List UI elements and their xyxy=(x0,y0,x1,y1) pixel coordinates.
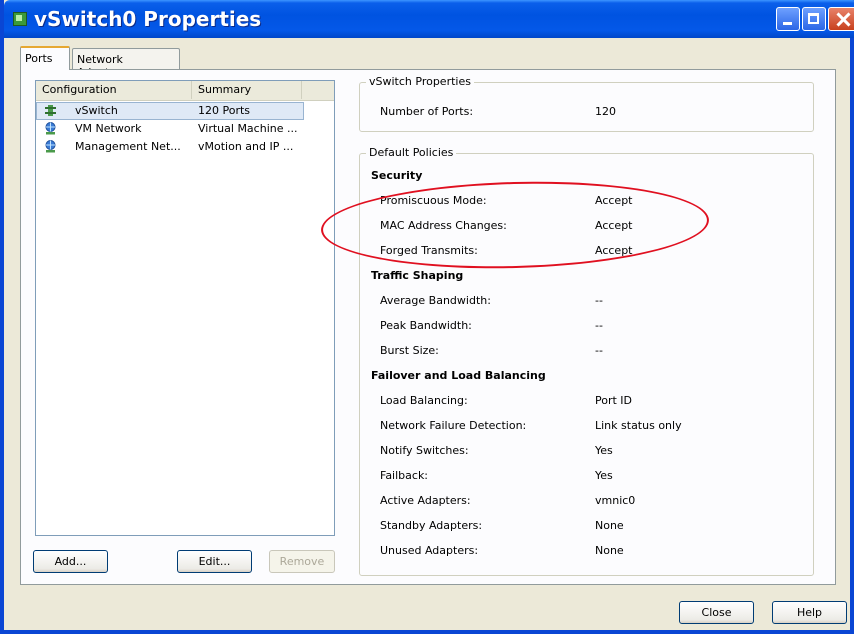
maximize-button[interactable] xyxy=(802,7,826,31)
load-balancing-label: Load Balancing: xyxy=(380,394,468,407)
notify-switches-label: Notify Switches: xyxy=(380,444,469,457)
list-item-label: VM Network xyxy=(75,122,142,135)
unused-adapters-label: Unused Adapters: xyxy=(380,544,479,557)
vswitch-app-icon xyxy=(13,12,27,26)
burst-size-value: -- xyxy=(595,344,603,357)
active-adapters-value: vmnic0 xyxy=(595,494,636,507)
edit-button[interactable]: Edit... xyxy=(177,550,252,573)
list-item-summary: vMotion and IP ... xyxy=(198,140,294,153)
tab-ports[interactable]: Ports xyxy=(20,46,70,70)
title-bar[interactable]: vSwitch0 Properties xyxy=(4,0,854,38)
promiscuous-mode-label: Promiscuous Mode: xyxy=(380,194,487,207)
remove-button[interactable]: Remove xyxy=(269,550,335,573)
peak-bandwidth-value: -- xyxy=(595,319,603,332)
burst-size-label: Burst Size: xyxy=(380,344,439,357)
unused-adapters-value: None xyxy=(595,544,624,557)
promiscuous-mode-value: Accept xyxy=(595,194,633,207)
active-adapters-label: Active Adapters: xyxy=(380,494,471,507)
traffic-shaping-heading: Traffic Shaping xyxy=(371,269,464,282)
column-header-summary[interactable]: Summary xyxy=(192,81,302,99)
security-heading: Security xyxy=(371,169,423,182)
list-item-label: Management Net... xyxy=(75,140,181,153)
list-item-vm-network[interactable]: VM Network Virtual Machine ... xyxy=(36,120,334,138)
network-failure-detection-label: Network Failure Detection: xyxy=(380,419,527,432)
vswitch-icon xyxy=(45,105,56,116)
list-item-vswitch[interactable]: vSwitch 120 Ports xyxy=(36,102,334,120)
help-button[interactable]: Help xyxy=(772,601,847,624)
standby-adapters-label: Standby Adapters: xyxy=(380,519,483,532)
list-header: Configuration Summary xyxy=(36,81,334,101)
number-of-ports-label: Number of Ports: xyxy=(380,105,474,118)
load-balancing-value: Port ID xyxy=(595,394,633,407)
group-title: vSwitch Properties xyxy=(366,75,474,88)
mac-address-changes-label: MAC Address Changes: xyxy=(380,219,507,232)
network-globe-icon xyxy=(45,122,56,135)
list-item-summary: Virtual Machine ... xyxy=(198,122,298,135)
minimize-button[interactable] xyxy=(776,7,800,31)
list-item-management-network[interactable]: Management Net... vMotion and IP ... xyxy=(36,138,334,156)
failback-label: Failback: xyxy=(380,469,429,482)
failover-heading: Failover and Load Balancing xyxy=(371,369,546,382)
default-policies-group: Default Policies xyxy=(359,146,814,576)
close-button[interactable]: Close xyxy=(679,601,754,624)
network-globe-icon xyxy=(45,140,56,153)
peak-bandwidth-label: Peak Bandwidth: xyxy=(380,319,472,332)
add-button[interactable]: Add... xyxy=(33,550,108,573)
tab-network-adapters[interactable]: Network Adapters xyxy=(72,48,180,79)
number-of-ports-value: 120 xyxy=(595,105,616,118)
group-title: Default Policies xyxy=(366,146,457,159)
list-item-summary: 120 Ports xyxy=(198,104,251,117)
window-title: vSwitch0 Properties xyxy=(34,7,262,31)
mac-address-changes-value: Accept xyxy=(595,219,633,232)
configuration-list[interactable]: Configuration Summary vSwitch 120 Ports … xyxy=(35,80,335,536)
network-failure-detection-value: Link status only xyxy=(595,419,682,432)
average-bandwidth-value: -- xyxy=(595,294,603,307)
failback-value: Yes xyxy=(595,469,613,482)
forged-transmits-value: Accept xyxy=(595,244,633,257)
forged-transmits-label: Forged Transmits: xyxy=(380,244,478,257)
list-item-label: vSwitch xyxy=(75,104,118,117)
close-window-button[interactable] xyxy=(828,7,854,31)
average-bandwidth-label: Average Bandwidth: xyxy=(380,294,491,307)
standby-adapters-value: None xyxy=(595,519,624,532)
notify-switches-value: Yes xyxy=(595,444,613,457)
column-header-configuration[interactable]: Configuration xyxy=(36,81,192,99)
